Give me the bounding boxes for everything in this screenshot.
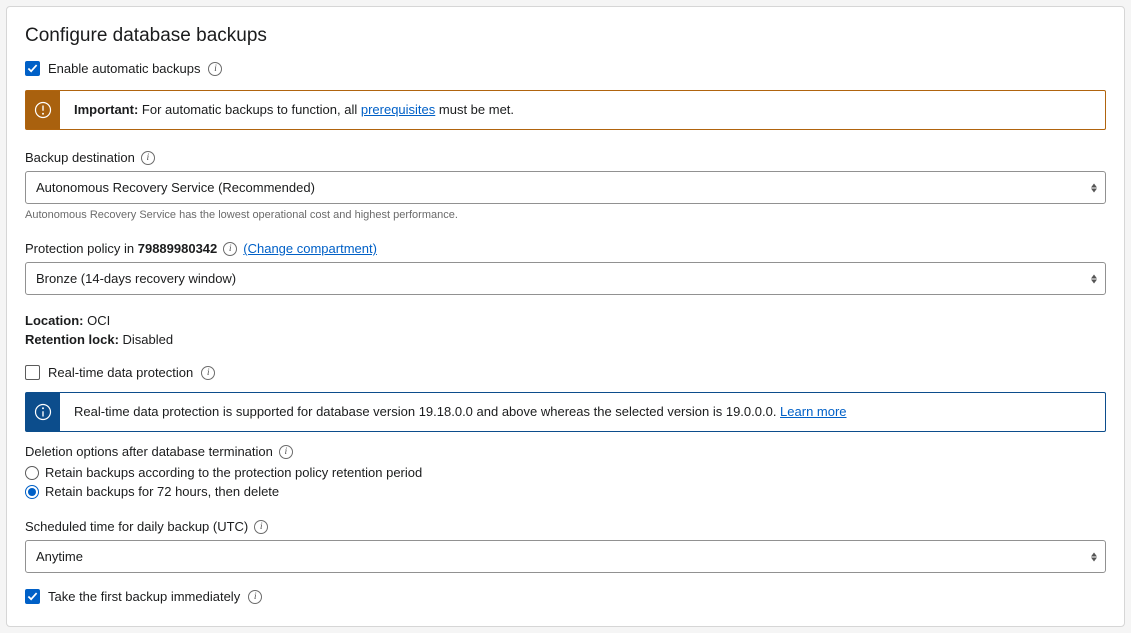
protection-policy-field: Protection policy in 79889980342 (Change… bbox=[25, 241, 1106, 295]
learn-more-link[interactable]: Learn more bbox=[780, 404, 846, 419]
scheduled-time-select[interactable]: Anytime bbox=[25, 540, 1106, 573]
alert-icon-column bbox=[26, 91, 60, 129]
realtime-alert-text: Real-time data protection is supported f… bbox=[60, 393, 861, 431]
radio-retain-72h[interactable] bbox=[25, 485, 39, 499]
scheduled-time-label: Scheduled time for daily backup (UTC) bbox=[25, 519, 248, 534]
info-icon[interactable] bbox=[141, 151, 155, 165]
realtime-info-alert: Real-time data protection is supported f… bbox=[25, 392, 1106, 432]
realtime-protection-label: Real-time data protection bbox=[48, 365, 193, 380]
first-backup-checkbox[interactable] bbox=[25, 589, 40, 604]
protection-policy-label: Protection policy in 79889980342 (Change… bbox=[25, 241, 377, 256]
realtime-protection-row: Real-time data protection bbox=[25, 365, 1106, 380]
alert-icon bbox=[34, 101, 52, 119]
retention-lock-row: Retention lock: Disabled bbox=[25, 332, 1106, 347]
backup-destination-field: Backup destination Autonomous Recovery S… bbox=[25, 150, 1106, 221]
info-icon[interactable] bbox=[201, 366, 215, 380]
panel-title: Configure database backups bbox=[25, 25, 1106, 47]
check-icon bbox=[27, 591, 38, 602]
deletion-option-retain-policy[interactable]: Retain backups according to the protecti… bbox=[25, 465, 1106, 480]
deletion-options-field: Deletion options after database terminat… bbox=[25, 444, 1106, 499]
first-backup-label: Take the first backup immediately bbox=[48, 589, 240, 604]
info-icon[interactable] bbox=[248, 590, 262, 604]
info-icon[interactable] bbox=[279, 445, 293, 459]
change-compartment-link[interactable]: (Change compartment) bbox=[243, 241, 377, 256]
location-row: Location: OCI bbox=[25, 313, 1106, 328]
configure-backups-panel: Configure database backups Enable automa… bbox=[6, 6, 1125, 627]
info-icon[interactable] bbox=[223, 242, 237, 256]
enable-auto-backups-row: Enable automatic backups bbox=[25, 61, 1106, 76]
backup-destination-select[interactable]: Autonomous Recovery Service (Recommended… bbox=[25, 171, 1106, 204]
select-arrows-icon bbox=[1091, 183, 1097, 192]
backup-destination-help: Autonomous Recovery Service has the lowe… bbox=[25, 209, 1106, 221]
realtime-protection-checkbox[interactable] bbox=[25, 365, 40, 380]
backup-destination-label: Backup destination bbox=[25, 150, 135, 165]
protection-policy-select[interactable]: Bronze (14-days recovery window) bbox=[25, 262, 1106, 295]
deletion-option-retain-72h[interactable]: Retain backups for 72 hours, then delete bbox=[25, 484, 1106, 499]
info-alert-icon bbox=[34, 403, 52, 421]
deletion-options-label: Deletion options after database terminat… bbox=[25, 444, 273, 459]
info-icon[interactable] bbox=[208, 62, 222, 76]
select-arrows-icon bbox=[1091, 274, 1097, 283]
important-alert: Important: For automatic backups to func… bbox=[25, 90, 1106, 130]
enable-auto-backups-label: Enable automatic backups bbox=[48, 61, 200, 76]
first-backup-row: Take the first backup immediately bbox=[25, 589, 1106, 604]
alert-icon-column bbox=[26, 393, 60, 431]
prerequisites-link[interactable]: prerequisites bbox=[361, 102, 435, 117]
check-icon bbox=[27, 63, 38, 74]
radio-retain-policy[interactable] bbox=[25, 466, 39, 480]
alert-text: Important: For automatic backups to func… bbox=[60, 91, 528, 129]
info-icon[interactable] bbox=[254, 520, 268, 534]
select-arrows-icon bbox=[1091, 552, 1097, 561]
enable-auto-backups-checkbox[interactable] bbox=[25, 61, 40, 76]
policy-details: Location: OCI Retention lock: Disabled bbox=[25, 313, 1106, 347]
scheduled-time-field: Scheduled time for daily backup (UTC) An… bbox=[25, 519, 1106, 573]
